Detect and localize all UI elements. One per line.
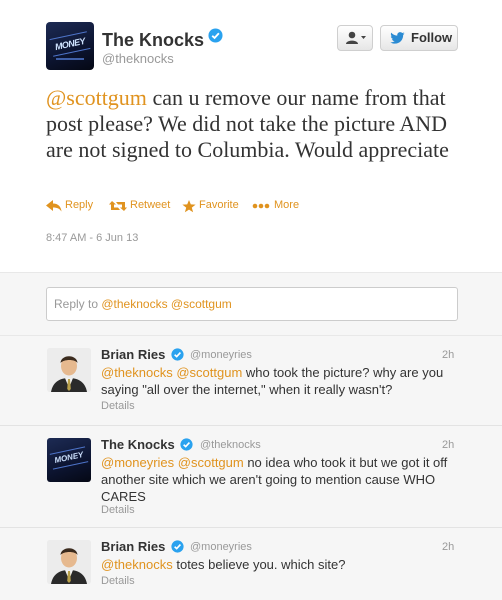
reply-author-text: Brian Ries	[101, 539, 166, 554]
logo-underline	[56, 58, 84, 60]
follow-button[interactable]: Follow	[380, 25, 458, 51]
more-dots-icon	[252, 203, 270, 209]
reply-icon	[46, 200, 62, 212]
retweet-icon	[109, 201, 127, 211]
reply-label: Reply	[65, 199, 94, 211]
reply-tweet[interactable]: Brian Ries @moneyries 2h @theknocks @sco…	[0, 336, 502, 426]
tweet-text: @scottgum can u remove our name from tha…	[46, 85, 466, 163]
reply-mentions[interactable]: @moneyries @scottgum	[101, 455, 244, 470]
more-label: More	[274, 199, 300, 211]
person-photo	[47, 540, 91, 584]
reply-input[interactable]: Reply to @theknocks @scottgum	[46, 287, 458, 321]
reply-author-name[interactable]: Brian Ries	[101, 347, 184, 362]
author-avatar[interactable]: MONEY	[46, 22, 94, 70]
reply-time[interactable]: 2h	[442, 541, 454, 553]
tweet-timestamp[interactable]: 8:47 AM - 6 Jun 13	[46, 232, 138, 244]
avatar[interactable]	[47, 540, 91, 584]
reply-area: Reply to @theknocks @scottgum	[0, 272, 502, 336]
reply-mentions[interactable]: @theknocks	[101, 557, 173, 572]
details-link[interactable]: Details	[101, 400, 135, 412]
reply-author-handle[interactable]: @moneyries	[190, 349, 252, 361]
reply-author-name[interactable]: Brian Ries	[101, 539, 184, 554]
details-link[interactable]: Details	[101, 575, 135, 587]
favorite-label: Favorite	[199, 199, 239, 211]
reply-mentions: @theknocks @scottgum	[101, 297, 232, 311]
reply-body: totes believe you. which site?	[172, 557, 346, 572]
reply-tweet[interactable]: Brian Ries @moneyries 2h @theknocks tote…	[0, 528, 502, 600]
reply-prefix: Reply to	[54, 297, 102, 311]
author-handle[interactable]: @theknocks	[102, 51, 174, 66]
author-name[interactable]: The Knocks	[102, 28, 223, 51]
reply-text: @theknocks totes believe you. which site…	[101, 556, 456, 573]
reply-time[interactable]: 2h	[442, 349, 454, 361]
reply-author-text: The Knocks	[101, 437, 175, 452]
verified-badge-icon	[171, 347, 184, 361]
user-dropdown-button[interactable]	[337, 25, 373, 51]
reply-author-handle[interactable]: @moneyries	[190, 541, 252, 553]
reply-author-name[interactable]: The Knocks	[101, 437, 193, 452]
follow-label: Follow	[411, 30, 453, 45]
twitter-bird-icon	[390, 32, 405, 44]
person-photo	[47, 348, 91, 392]
reply-tweet[interactable]: MONEY The Knocks @theknocks 2h @moneyrie…	[0, 426, 502, 528]
main-tweet: MONEY The Knocks @theknocks Follow @scot…	[0, 0, 502, 272]
reply-text: @theknocks @scottgum who took the pictur…	[101, 364, 456, 398]
reply-mentions[interactable]: @theknocks @scottgum	[101, 365, 242, 380]
band-logo: MONEY	[49, 31, 91, 57]
band-logo: MONEY	[49, 446, 89, 470]
verified-badge-icon	[180, 437, 193, 451]
reply-text: @moneyries @scottgum no idea who took it…	[101, 454, 456, 505]
avatar[interactable]: MONEY	[47, 438, 91, 482]
reply-author-handle[interactable]: @theknocks	[200, 439, 261, 451]
star-icon	[182, 200, 196, 213]
retweet-label: Retweet	[130, 199, 171, 211]
verified-badge-icon	[208, 28, 223, 43]
reply-time[interactable]: 2h	[442, 439, 454, 451]
author-name-text: The Knocks	[102, 30, 205, 50]
details-link[interactable]: Details	[101, 504, 135, 516]
reply-author-text: Brian Ries	[101, 347, 166, 362]
verified-badge-icon	[171, 539, 184, 553]
user-dropdown-icon	[346, 31, 366, 44]
tweet-mention[interactable]: @scottgum	[46, 85, 147, 110]
avatar[interactable]	[47, 348, 91, 392]
